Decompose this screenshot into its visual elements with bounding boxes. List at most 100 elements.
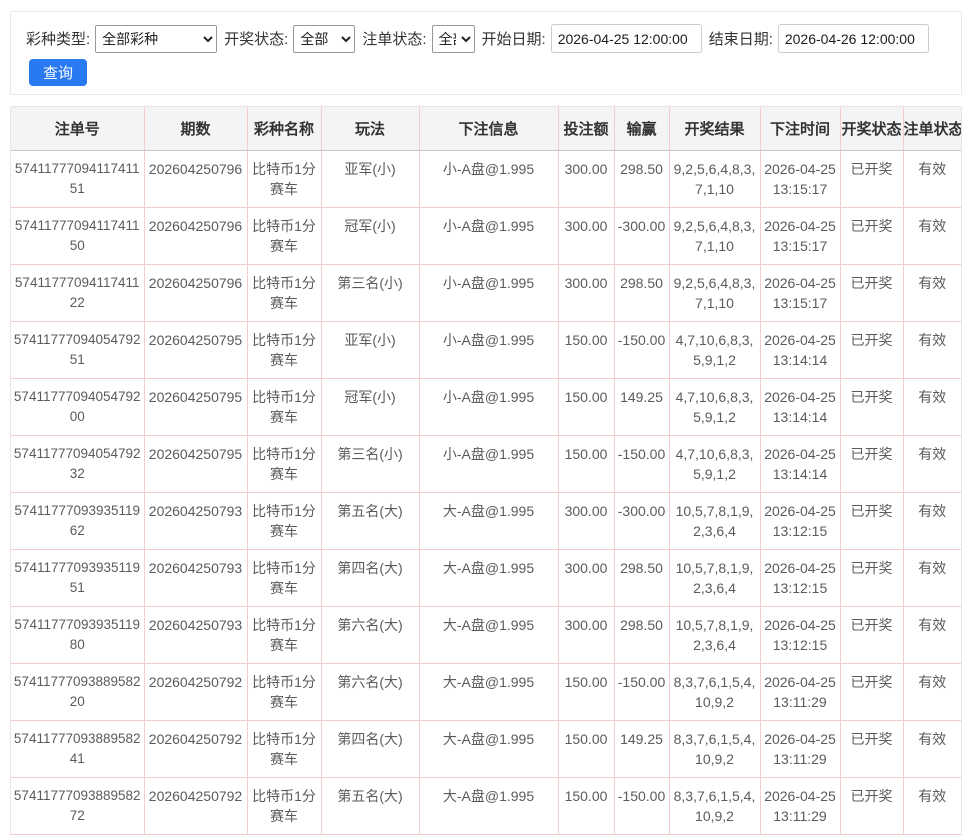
cell-bet_time: 2026-04-25 13:11:29 <box>760 663 840 720</box>
cell-period: 202604250795 <box>144 435 247 492</box>
column-header-win_loss: 输赢 <box>614 107 669 150</box>
table-row: 5741177709405479200202604250795比特币1分赛车冠军… <box>11 378 961 435</box>
table-row: 5741177709388958241202604250792比特币1分赛车第四… <box>11 720 961 777</box>
cell-win_loss: -150.00 <box>614 435 669 492</box>
draw-status-select[interactable]: 全部 <box>293 25 355 53</box>
table-body: 5741177709411741151202604250796比特币1分赛车亚军… <box>11 150 961 834</box>
bet-status-select[interactable]: 全部 <box>432 25 475 53</box>
start-date-input[interactable] <box>551 24 702 53</box>
column-header-bet_time: 下注时间 <box>760 107 840 150</box>
cell-win_loss: -150.00 <box>614 663 669 720</box>
cell-play_type: 第六名(大) <box>321 663 419 720</box>
bet-records-table: 注单号期数彩种名称玩法下注信息投注额输赢开奖结果下注时间开奖状态注单状态 574… <box>11 107 961 835</box>
lottery-type-label: 彩种类型: <box>26 28 90 49</box>
cell-bet_id: 5741177709411741150 <box>11 207 144 264</box>
cell-play_type: 冠军(小) <box>321 378 419 435</box>
table-row: 5741177709411741150202604250796比特币1分赛车冠军… <box>11 207 961 264</box>
cell-draw_result: 4,7,10,6,8,3,5,9,1,2 <box>669 435 760 492</box>
cell-bet_info: 小-A盘@1.995 <box>419 207 558 264</box>
cell-play_type: 第三名(小) <box>321 264 419 321</box>
cell-draw_result: 10,5,7,8,1,9,2,3,6,4 <box>669 549 760 606</box>
cell-draw_status: 已开奖 <box>840 150 903 207</box>
cell-bet_id: 5741177709388958241 <box>11 720 144 777</box>
filter-row: 彩种类型: 全部彩种 开奖状态: 全部 注单状态: 全部 开始日期: 结束日期: <box>26 24 946 53</box>
cell-draw_status: 已开奖 <box>840 549 903 606</box>
cell-period: 202604250796 <box>144 207 247 264</box>
cell-period: 202604250792 <box>144 720 247 777</box>
table-row: 5741177709411741122202604250796比特币1分赛车第三… <box>11 264 961 321</box>
cell-bet_status: 有效 <box>903 435 961 492</box>
cell-bet_time: 2026-04-25 13:12:15 <box>760 549 840 606</box>
end-date-input[interactable] <box>778 24 929 53</box>
cell-bet_time: 2026-04-25 13:11:29 <box>760 777 840 834</box>
cell-draw_result: 9,2,5,6,4,8,3,7,1,10 <box>669 207 760 264</box>
cell-bet_time: 2026-04-25 13:12:15 <box>760 606 840 663</box>
cell-bet_info: 大-A盘@1.995 <box>419 549 558 606</box>
cell-draw_result: 10,5,7,8,1,9,2,3,6,4 <box>669 492 760 549</box>
table-row: 5741177709388958272202604250792比特币1分赛车第五… <box>11 777 961 834</box>
filter-panel: 彩种类型: 全部彩种 开奖状态: 全部 注单状态: 全部 开始日期: 结束日期:… <box>10 11 962 95</box>
table-header-row: 注单号期数彩种名称玩法下注信息投注额输赢开奖结果下注时间开奖状态注单状态 <box>11 107 961 150</box>
cell-bet_status: 有效 <box>903 606 961 663</box>
cell-bet_amount: 300.00 <box>558 606 614 663</box>
query-button[interactable]: 查询 <box>29 59 87 86</box>
cell-bet_time: 2026-04-25 13:15:17 <box>760 264 840 321</box>
cell-play_type: 第三名(小) <box>321 435 419 492</box>
cell-play_type: 冠军(小) <box>321 207 419 264</box>
cell-bet_info: 大-A盘@1.995 <box>419 663 558 720</box>
column-header-bet_info: 下注信息 <box>419 107 558 150</box>
cell-bet_info: 小-A盘@1.995 <box>419 321 558 378</box>
cell-win_loss: 298.50 <box>614 150 669 207</box>
table-row: 5741177709393511962202604250793比特币1分赛车第五… <box>11 492 961 549</box>
cell-bet_status: 有效 <box>903 378 961 435</box>
cell-lottery_name: 比特币1分赛车 <box>247 207 321 264</box>
cell-bet_time: 2026-04-25 13:11:29 <box>760 720 840 777</box>
cell-lottery_name: 比特币1分赛车 <box>247 606 321 663</box>
lottery-type-select[interactable]: 全部彩种 <box>95 25 217 53</box>
cell-bet_id: 5741177709388958220 <box>11 663 144 720</box>
table-row: 5741177709393511980202604250793比特币1分赛车第六… <box>11 606 961 663</box>
table-row: 5741177709411741151202604250796比特币1分赛车亚军… <box>11 150 961 207</box>
cell-bet_id: 5741177709393511980 <box>11 606 144 663</box>
column-header-draw_status: 开奖状态 <box>840 107 903 150</box>
cell-play_type: 第四名(大) <box>321 720 419 777</box>
cell-bet_amount: 150.00 <box>558 321 614 378</box>
cell-win_loss: 149.25 <box>614 378 669 435</box>
cell-bet_amount: 150.00 <box>558 663 614 720</box>
cell-bet_amount: 150.00 <box>558 378 614 435</box>
cell-bet_info: 大-A盘@1.995 <box>419 492 558 549</box>
cell-lottery_name: 比特币1分赛车 <box>247 777 321 834</box>
cell-bet_status: 有效 <box>903 150 961 207</box>
cell-lottery_name: 比特币1分赛车 <box>247 720 321 777</box>
cell-bet_id: 5741177709405479232 <box>11 435 144 492</box>
table-row: 5741177709405479232202604250795比特币1分赛车第三… <box>11 435 961 492</box>
cell-period: 202604250793 <box>144 549 247 606</box>
cell-win_loss: 298.50 <box>614 549 669 606</box>
cell-bet_id: 5741177709405479200 <box>11 378 144 435</box>
cell-period: 202604250795 <box>144 378 247 435</box>
end-date-label: 结束日期: <box>709 28 773 49</box>
cell-bet_time: 2026-04-25 13:14:14 <box>760 435 840 492</box>
cell-bet_status: 有效 <box>903 492 961 549</box>
cell-bet_amount: 150.00 <box>558 435 614 492</box>
cell-bet_status: 有效 <box>903 264 961 321</box>
cell-bet_time: 2026-04-25 13:12:15 <box>760 492 840 549</box>
cell-draw_status: 已开奖 <box>840 264 903 321</box>
cell-win_loss: -300.00 <box>614 492 669 549</box>
cell-bet_status: 有效 <box>903 321 961 378</box>
column-header-period: 期数 <box>144 107 247 150</box>
cell-bet_id: 5741177709405479251 <box>11 321 144 378</box>
cell-draw_status: 已开奖 <box>840 777 903 834</box>
cell-lottery_name: 比特币1分赛车 <box>247 492 321 549</box>
cell-play_type: 第四名(大) <box>321 549 419 606</box>
cell-bet_info: 大-A盘@1.995 <box>419 606 558 663</box>
cell-draw_status: 已开奖 <box>840 321 903 378</box>
cell-win_loss: -150.00 <box>614 321 669 378</box>
cell-bet_status: 有效 <box>903 720 961 777</box>
cell-bet_amount: 300.00 <box>558 150 614 207</box>
cell-play_type: 第六名(大) <box>321 606 419 663</box>
cell-draw_status: 已开奖 <box>840 606 903 663</box>
cell-win_loss: -300.00 <box>614 207 669 264</box>
cell-bet_time: 2026-04-25 13:15:17 <box>760 150 840 207</box>
cell-draw_status: 已开奖 <box>840 720 903 777</box>
